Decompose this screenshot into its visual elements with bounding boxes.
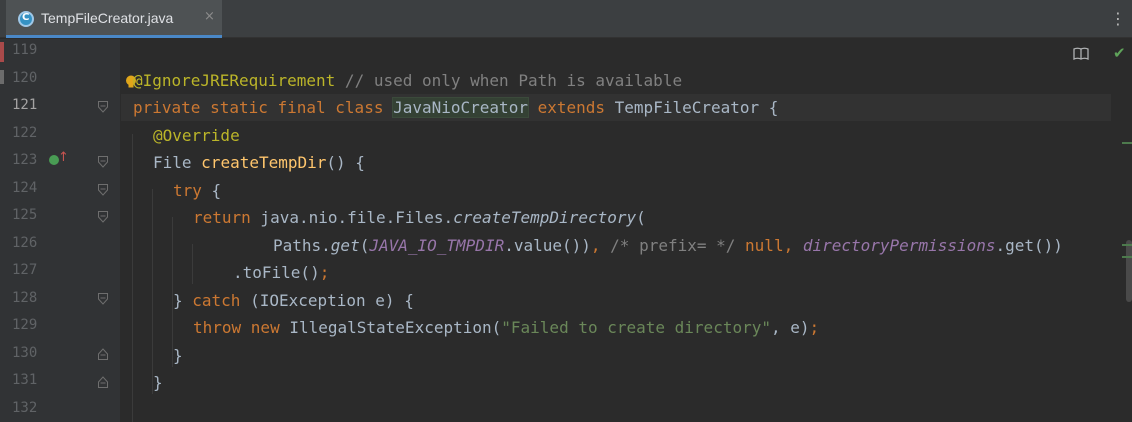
line-number[interactable]: 124: [12, 180, 44, 196]
line-number[interactable]: 121: [12, 97, 44, 113]
keyword-token: try: [173, 181, 202, 200]
code-token: Paths.: [273, 236, 331, 255]
line-number[interactable]: 126: [12, 235, 44, 251]
go-to-super-method-arrow-icon[interactable]: ↑: [58, 150, 69, 165]
tab-tempfilecreator[interactable]: TempFileCreator.java ×: [6, 0, 222, 38]
code-line-130[interactable]: }: [173, 342, 183, 369]
punctuation-token: ;: [809, 318, 820, 337]
code-line-129[interactable]: throw new IllegalStateException("Failed …: [193, 314, 819, 341]
comment-token: /* prefix= */: [610, 236, 736, 255]
code-token: TempFileCreator {: [614, 98, 779, 117]
line-number[interactable]: 127: [12, 262, 44, 278]
code-token: }: [153, 373, 163, 392]
fold-toggle-icon[interactable]: [98, 156, 108, 168]
line-number[interactable]: 119: [12, 42, 44, 58]
code-token: (IOException e) {: [240, 291, 414, 310]
code-token: (: [636, 208, 646, 227]
annotation-token: @IgnoreJRERequirement: [133, 71, 336, 90]
fold-toggle-icon[interactable]: [98, 293, 108, 305]
vertical-scrollbar[interactable]: [1126, 39, 1132, 422]
fold-toggle-icon[interactable]: [98, 376, 108, 388]
type-token: File: [153, 153, 202, 172]
indent-guide: [132, 134, 133, 422]
code-line-124[interactable]: try {: [173, 177, 221, 204]
inspection-ok-icon[interactable]: ✔: [1113, 44, 1126, 62]
code-line-123[interactable]: File createTempDir() {: [153, 149, 365, 176]
keyword-token: private static final class: [133, 98, 394, 117]
line-number[interactable]: 120: [12, 70, 44, 86]
keyword-token: return: [193, 208, 251, 227]
editor-tab-bar: TempFileCreator.java × ⋮: [0, 0, 1132, 38]
line-number[interactable]: 130: [12, 345, 44, 361]
line-number[interactable]: 131: [12, 372, 44, 388]
indent-guide: [192, 244, 193, 284]
code-editor[interactable]: @IgnoreJRERequirement // used only when …: [121, 39, 1111, 422]
code-line-126[interactable]: Paths.get(JAVA_IO_TMPDIR.value()), /* pr…: [273, 232, 1063, 259]
code-line-128[interactable]: } catch (IOException e) {: [173, 287, 414, 314]
code-token: .value()): [504, 236, 591, 255]
punctuation-token: ,: [590, 236, 611, 255]
scrollbar-change-mark: [1122, 256, 1132, 258]
keyword-token: extends: [527, 98, 615, 117]
code-line-127[interactable]: .toFile();: [233, 259, 329, 286]
code-token: {: [201, 181, 222, 200]
line-number[interactable]: 122: [12, 125, 44, 141]
punctuation-token: ;: [319, 263, 330, 282]
comment-token: // used only when Path is available: [335, 71, 683, 90]
close-tab-button[interactable]: ×: [204, 9, 215, 24]
indent-guide: [152, 189, 153, 394]
class-name-token: JavaNioCreator: [392, 97, 529, 118]
code-line-120[interactable]: @IgnoreJRERequirement // used only when …: [133, 67, 682, 94]
method-name-token: createTempDir: [201, 153, 327, 172]
code-token: .get()): [995, 236, 1063, 255]
keyword-token: null,: [735, 236, 803, 255]
scrollbar-thumb[interactable]: [1126, 240, 1132, 302]
fold-toggle-icon[interactable]: [98, 184, 108, 196]
code-token: }: [173, 346, 183, 365]
keyword-token: throw new: [193, 318, 280, 337]
code-token: .toFile(): [233, 263, 320, 282]
tab-title: TempFileCreator.java: [41, 10, 174, 26]
line-number[interactable]: 125: [12, 207, 44, 223]
code-token: IllegalStateException(: [279, 318, 502, 337]
fold-toggle-icon[interactable]: [98, 211, 108, 223]
method-call-token: createTempDirectory: [453, 208, 637, 227]
method-call-token: get: [330, 236, 360, 255]
code-line-122[interactable]: @Override: [153, 122, 240, 149]
line-number[interactable]: 123: [12, 152, 44, 168]
string-token: "Failed to create directory": [501, 318, 771, 337]
scrollbar-change-mark: [1122, 142, 1132, 144]
code-line-121[interactable]: private static final class JavaNioCreato…: [133, 94, 778, 121]
line-number[interactable]: 132: [12, 400, 44, 416]
change-marker: [0, 70, 4, 84]
fold-toggle-icon[interactable]: [98, 348, 108, 360]
more-options-icon[interactable]: ⋮: [1110, 9, 1126, 28]
change-marker: [0, 42, 4, 62]
reader-mode-icon[interactable]: [1073, 47, 1089, 61]
scrollbar-change-mark: [1122, 244, 1132, 246]
code-token: java.nio.file.Files.: [250, 208, 454, 227]
code-line-131[interactable]: }: [153, 369, 163, 396]
code-token: (: [359, 236, 370, 255]
java-class-icon: [18, 11, 34, 27]
constant-token: JAVA_IO_TMPDIR: [369, 236, 505, 255]
code-token: }: [173, 291, 193, 310]
field-token: directoryPermissions: [802, 236, 996, 255]
code-token: () {: [326, 153, 365, 172]
keyword-token: catch: [192, 291, 241, 310]
code-line-125[interactable]: return java.nio.file.Files.createTempDir…: [193, 204, 646, 231]
annotation-token: @Override: [153, 126, 240, 145]
code-token: , e): [770, 318, 810, 337]
line-number[interactable]: 128: [12, 290, 44, 306]
fold-toggle-icon[interactable]: [98, 101, 108, 113]
line-number[interactable]: 129: [12, 317, 44, 333]
